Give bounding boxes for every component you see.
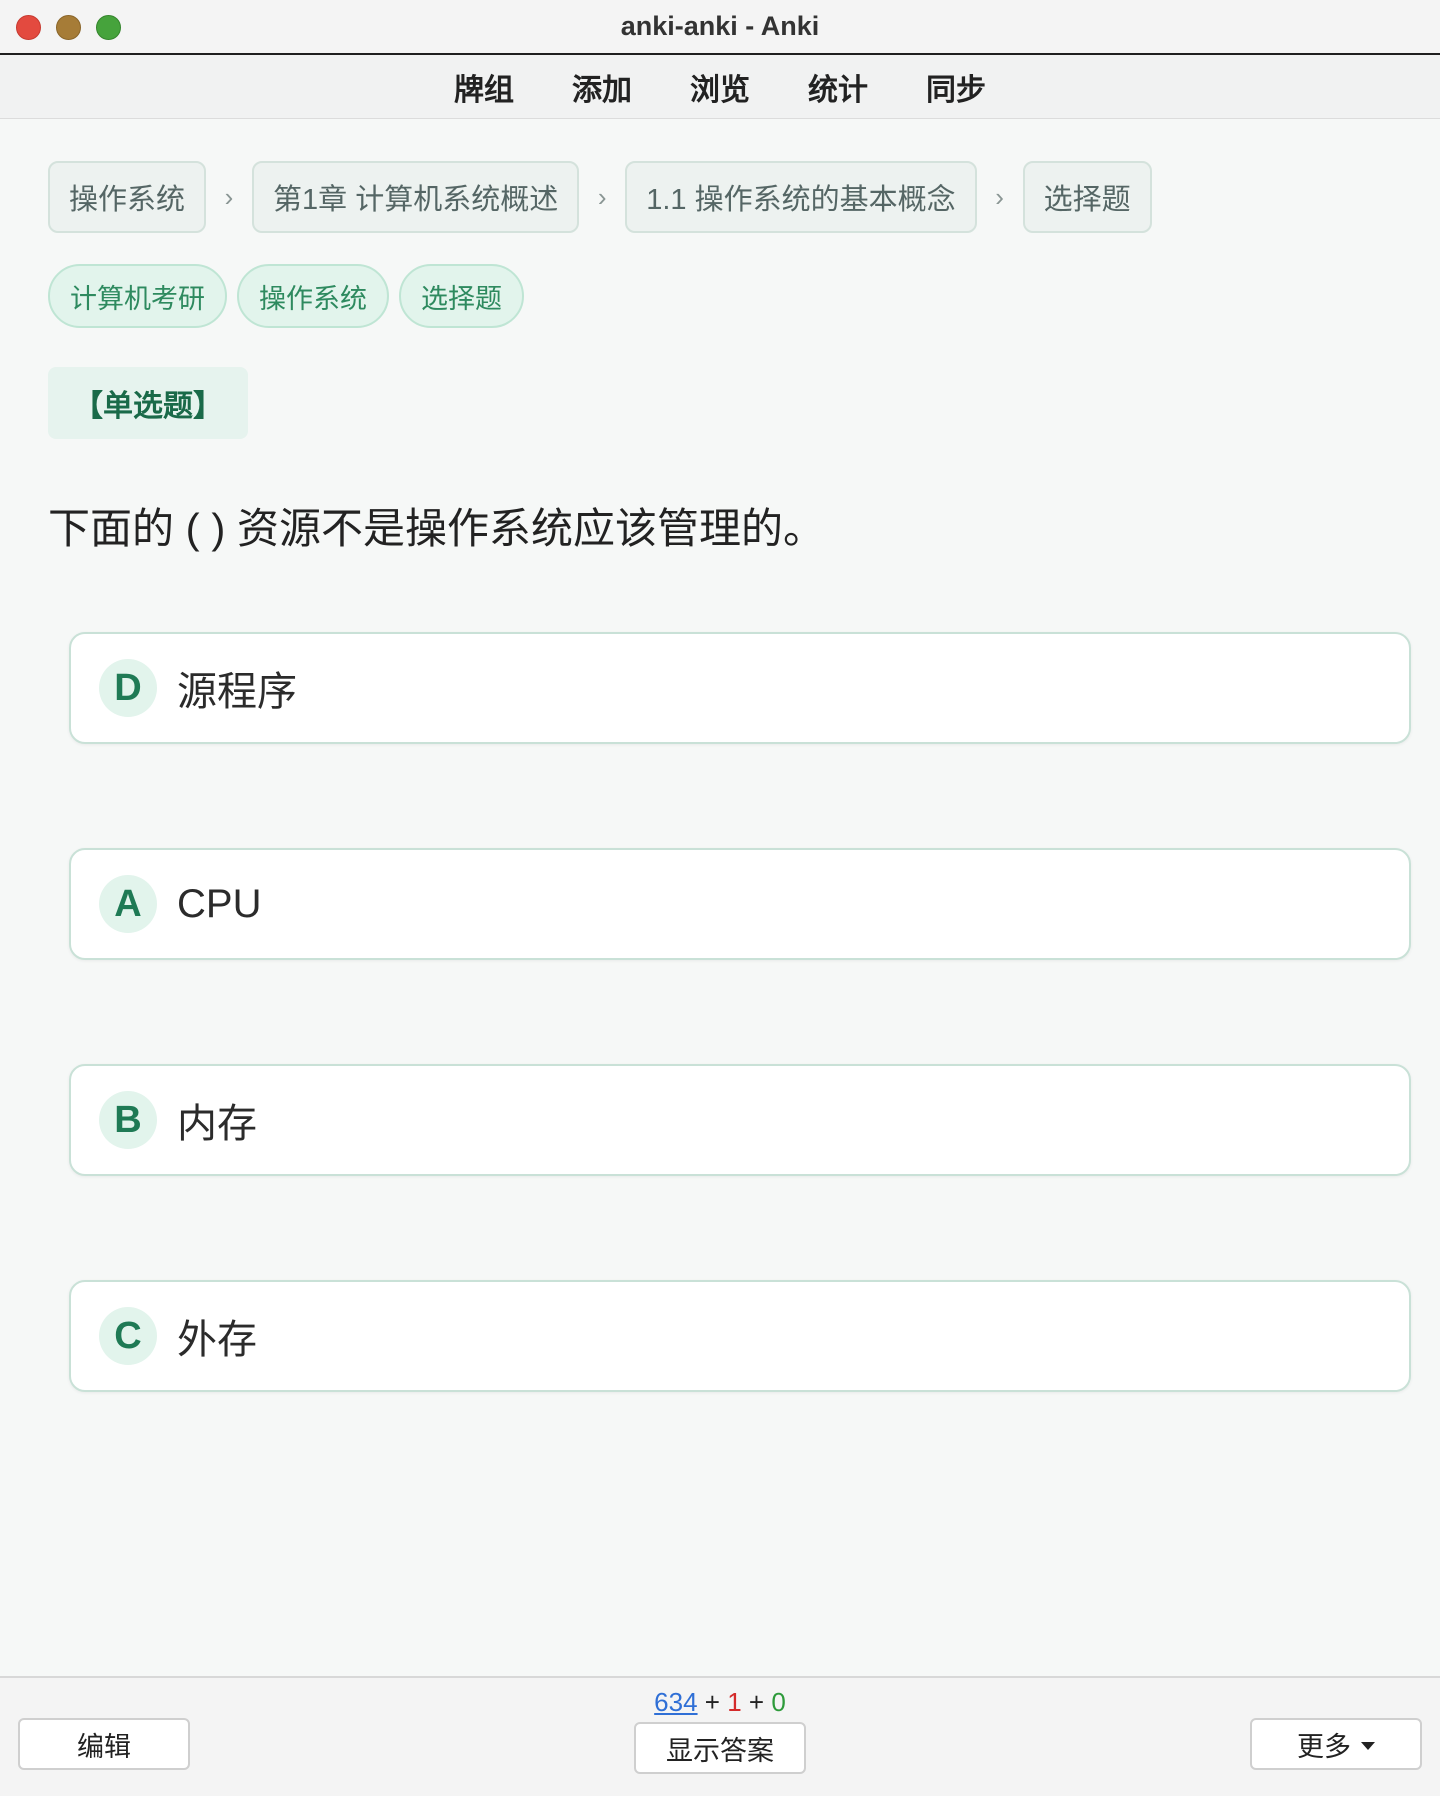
toolbar-sync[interactable]: 同步 bbox=[897, 65, 1015, 109]
breadcrumb-item: 第1章 计算机系统概述 bbox=[252, 161, 580, 233]
toolbar-browse[interactable]: 浏览 bbox=[661, 65, 779, 109]
more-button-label: 更多 bbox=[1297, 1731, 1351, 1762]
option-d[interactable]: D 源程序 bbox=[69, 632, 1411, 744]
breadcrumb-separator: › bbox=[597, 181, 607, 212]
option-text: CPU bbox=[177, 881, 262, 926]
due-counts: 634 + 1 + 0 bbox=[0, 1687, 1440, 1718]
breadcrumb-item: 操作系统 bbox=[48, 161, 207, 233]
anki-window: anki-anki - Anki 牌组 添加 浏览 统计 同步 操作系统 › 第… bbox=[0, 0, 1440, 1796]
learn-count: 1 bbox=[727, 1687, 742, 1717]
breadcrumb-item: 1.1 操作系统的基本概念 bbox=[625, 161, 977, 233]
review-bottom-bar: 634 + 1 + 0 编辑 显示答案 更多 bbox=[0, 1676, 1440, 1796]
option-letter: D bbox=[99, 659, 157, 717]
count-plus: + bbox=[748, 1687, 765, 1717]
more-button[interactable]: 更多 bbox=[1250, 1718, 1422, 1770]
window-title: anki-anki - Anki bbox=[620, 11, 820, 41]
question-text: 下面的 ( ) 资源不是操作系统应该管理的。 bbox=[48, 505, 825, 552]
option-letter: C bbox=[99, 1307, 157, 1365]
tag-chip: 选择题 bbox=[399, 264, 524, 328]
option-a[interactable]: A CPU bbox=[69, 848, 1411, 960]
toolbar-decks[interactable]: 牌组 bbox=[425, 65, 543, 109]
show-answer-label: 显示答案 bbox=[666, 1735, 774, 1766]
question-type-badge: 【单选题】 bbox=[48, 367, 248, 439]
option-text: 外存 bbox=[177, 1318, 257, 1362]
main-toolbar: 牌组 添加 浏览 统计 同步 bbox=[0, 55, 1440, 119]
breadcrumb-separator: › bbox=[995, 181, 1004, 212]
breadcrumb-separator: › bbox=[224, 181, 234, 212]
review-count: 0 bbox=[771, 1687, 786, 1717]
option-text: 内存 bbox=[177, 1102, 257, 1146]
title-bar: anki-anki - Anki bbox=[0, 0, 1440, 55]
card-content: 操作系统 › 第1章 计算机系统概述 › 1.1 操作系统的基本概念 › 选择题… bbox=[0, 119, 1440, 1676]
new-count[interactable]: 634 bbox=[654, 1687, 697, 1717]
breadcrumb-item: 选择题 bbox=[1022, 161, 1152, 233]
option-text: 源程序 bbox=[177, 670, 297, 714]
option-letter: B bbox=[99, 1091, 157, 1149]
edit-button[interactable]: 编辑 bbox=[18, 1718, 190, 1770]
option-c[interactable]: C 外存 bbox=[69, 1280, 1411, 1392]
tag-chip: 计算机考研 bbox=[48, 264, 227, 328]
breadcrumb: 操作系统 › 第1章 计算机系统概述 › 1.1 操作系统的基本概念 › 选择题 bbox=[48, 161, 1152, 233]
option-letter: A bbox=[99, 875, 157, 933]
caret-down-icon bbox=[1361, 1742, 1375, 1750]
show-answer-button[interactable]: 显示答案 bbox=[634, 1722, 806, 1774]
toolbar-stats[interactable]: 统计 bbox=[779, 65, 897, 109]
toolbar-add[interactable]: 添加 bbox=[543, 65, 661, 109]
tag-chip: 操作系统 bbox=[237, 264, 389, 328]
option-b[interactable]: B 内存 bbox=[69, 1064, 1411, 1176]
count-plus: + bbox=[704, 1687, 720, 1717]
tag-list: 计算机考研 操作系统 选择题 bbox=[48, 264, 524, 328]
edit-button-label: 编辑 bbox=[77, 1731, 131, 1762]
